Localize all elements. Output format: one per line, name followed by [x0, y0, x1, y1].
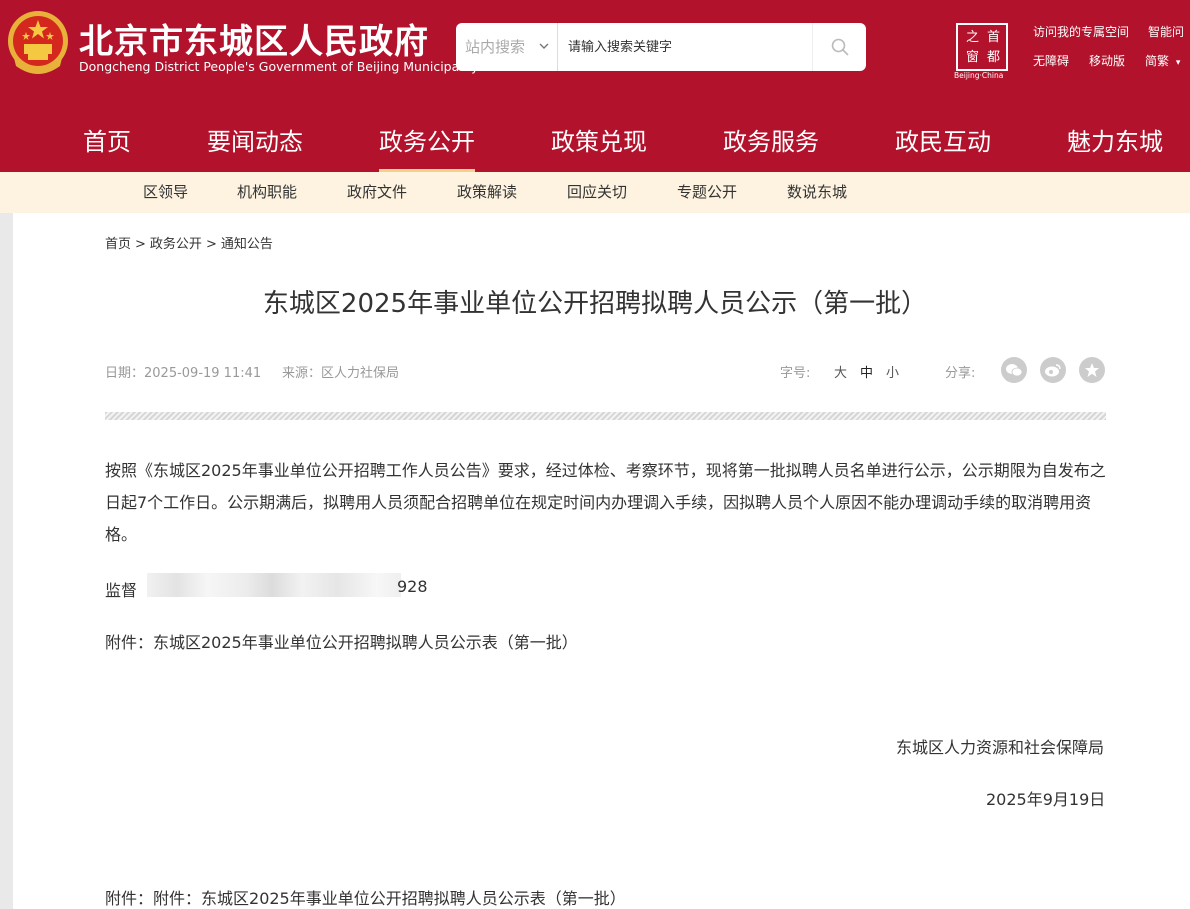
simplified-traditional-toggle[interactable]: 简繁 ▾	[1145, 52, 1180, 69]
article-date: 日期：2025-09-19 11:41	[105, 366, 262, 381]
breadcrumb-gov-affairs[interactable]: 政务公开	[150, 237, 202, 252]
subnav-topics[interactable]: 专题公开	[677, 172, 737, 213]
wechat-icon[interactable]	[1001, 357, 1027, 383]
capital-logo-char: 窗	[965, 50, 979, 65]
site-title[interactable]: 北京市东城区人民政府	[79, 14, 429, 63]
article-container: 首页 > 政务公开 > 通知公告 东城区2025年事业单位公开招聘拟聘人员公示（第一批）…	[13, 213, 1190, 909]
nav-news[interactable]: 要闻动态	[207, 112, 303, 172]
supervise-suffix: 928	[397, 577, 428, 596]
subnav-functions[interactable]: 机构职能	[237, 172, 297, 213]
nav-charm-dongcheng[interactable]: 魅力东城	[1067, 112, 1163, 172]
body-line: 日起7个工作日。公示期满后，拟聘用人员须配合招聘单位在规定时间内办理调入手续，因…	[105, 493, 1092, 512]
capital-logo-char: 都	[986, 50, 1000, 65]
accessibility-link[interactable]: 无障碍	[1033, 52, 1069, 69]
attachment-bottom: 附件：附件：东城区2025年事业单位公开招聘拟聘人员公示表（第一批）	[105, 885, 626, 909]
nav-interaction[interactable]: 政民互动	[895, 112, 991, 172]
main-nav: 首页 要闻动态 政务公开 政策兑现 政务服务 政民互动 魅力东城	[0, 112, 1190, 172]
share-label: 分享:	[945, 366, 976, 381]
sign-date: 2025年9月19日	[986, 790, 1106, 809]
supervise-prefix: 监督	[105, 581, 138, 600]
breadcrumb-separator: >	[135, 237, 146, 252]
search-button[interactable]	[812, 23, 866, 71]
chevron-down-icon: ▾	[1175, 58, 1181, 68]
capital-logo-subtitle: Beijing·China	[954, 71, 1004, 80]
signature: 东城区人力资源和社会保障局	[896, 738, 1105, 757]
breadcrumb-separator: >	[205, 237, 217, 252]
capital-logo-char: 首	[986, 30, 1000, 45]
capital-logo-char: 之	[965, 30, 979, 45]
mobile-version-link[interactable]: 移动版	[1089, 52, 1125, 69]
favorite-star-icon[interactable]	[1079, 357, 1105, 383]
article-body: 按照《东城区2025年事业单位公开招聘工作人员公告》要求，经过体检、考察环节，现…	[105, 455, 1110, 551]
body-line: 按照《东城区2025年事业单位公开招聘工作人员公告》要求，经过体检、考察环节，现…	[105, 461, 1106, 480]
nav-gov-affairs[interactable]: 政务公开	[379, 112, 475, 172]
breadcrumb-notices[interactable]: 通知公告	[221, 237, 273, 252]
body-line: 格。	[105, 525, 138, 544]
article-title: 东城区2025年事业单位公开招聘拟聘人员公示（第一批）	[262, 289, 928, 319]
attachment-text: 附件：东城区2025年事业单位公开招聘拟聘人员公示表（第一批）	[105, 633, 578, 652]
article-source: 来源：区人力社保局	[282, 366, 400, 381]
national-emblem-icon[interactable]	[6, 8, 70, 76]
search-input[interactable]	[558, 23, 812, 71]
smart-qa-link[interactable]: 智能问	[1148, 23, 1184, 40]
breadcrumb-home[interactable]: 首页	[105, 237, 131, 252]
subnav-policy-interpretation[interactable]: 政策解读	[457, 172, 517, 213]
simplified-traditional-label: 简繁	[1145, 54, 1170, 68]
nav-home[interactable]: 首页	[83, 112, 131, 172]
search-box: 站内搜索	[456, 23, 866, 71]
nav-services[interactable]: 政务服务	[723, 112, 819, 172]
capital-window-logo[interactable]: 之 首 窗 都	[956, 23, 1008, 71]
redacted-phone-number	[147, 573, 401, 597]
sub-nav: 区领导 机构职能 政府文件 政策解读 回应关切 专题公开 数说东城	[0, 172, 1190, 213]
subnav-responses[interactable]: 回应关切	[567, 172, 627, 213]
font-size-label: 字号:	[780, 366, 811, 381]
subnav-documents[interactable]: 政府文件	[347, 172, 407, 213]
article-divider	[105, 412, 1106, 420]
site-subtitle: Dongcheng District People's Government o…	[79, 59, 479, 74]
personal-space-link[interactable]: 访问我的专属空间	[1033, 23, 1129, 40]
font-size-large[interactable]: 大	[834, 362, 847, 381]
attachment-label: 附件：	[105, 889, 154, 908]
search-icon	[831, 38, 849, 56]
font-size-small[interactable]: 小	[886, 362, 899, 381]
font-size-medium[interactable]: 中	[860, 362, 873, 381]
breadcrumb: 首页 > 政务公开 > 通知公告	[105, 233, 273, 252]
search-scope-select[interactable]: 站内搜索	[456, 23, 558, 71]
weibo-icon[interactable]	[1040, 357, 1066, 383]
subnav-data[interactable]: 数说东城	[787, 172, 847, 213]
nav-policy[interactable]: 政策兑现	[551, 112, 647, 172]
site-header: 北京市东城区人民政府 Dongcheng District People's G…	[0, 0, 1190, 112]
search-scope-label: 站内搜索	[465, 38, 526, 56]
attachment-link[interactable]: 附件：东城区2025年事业单位公开招聘拟聘人员公示表（第一批）	[153, 889, 626, 908]
chevron-down-icon	[539, 23, 549, 71]
subnav-leaders[interactable]: 区领导	[143, 172, 188, 213]
